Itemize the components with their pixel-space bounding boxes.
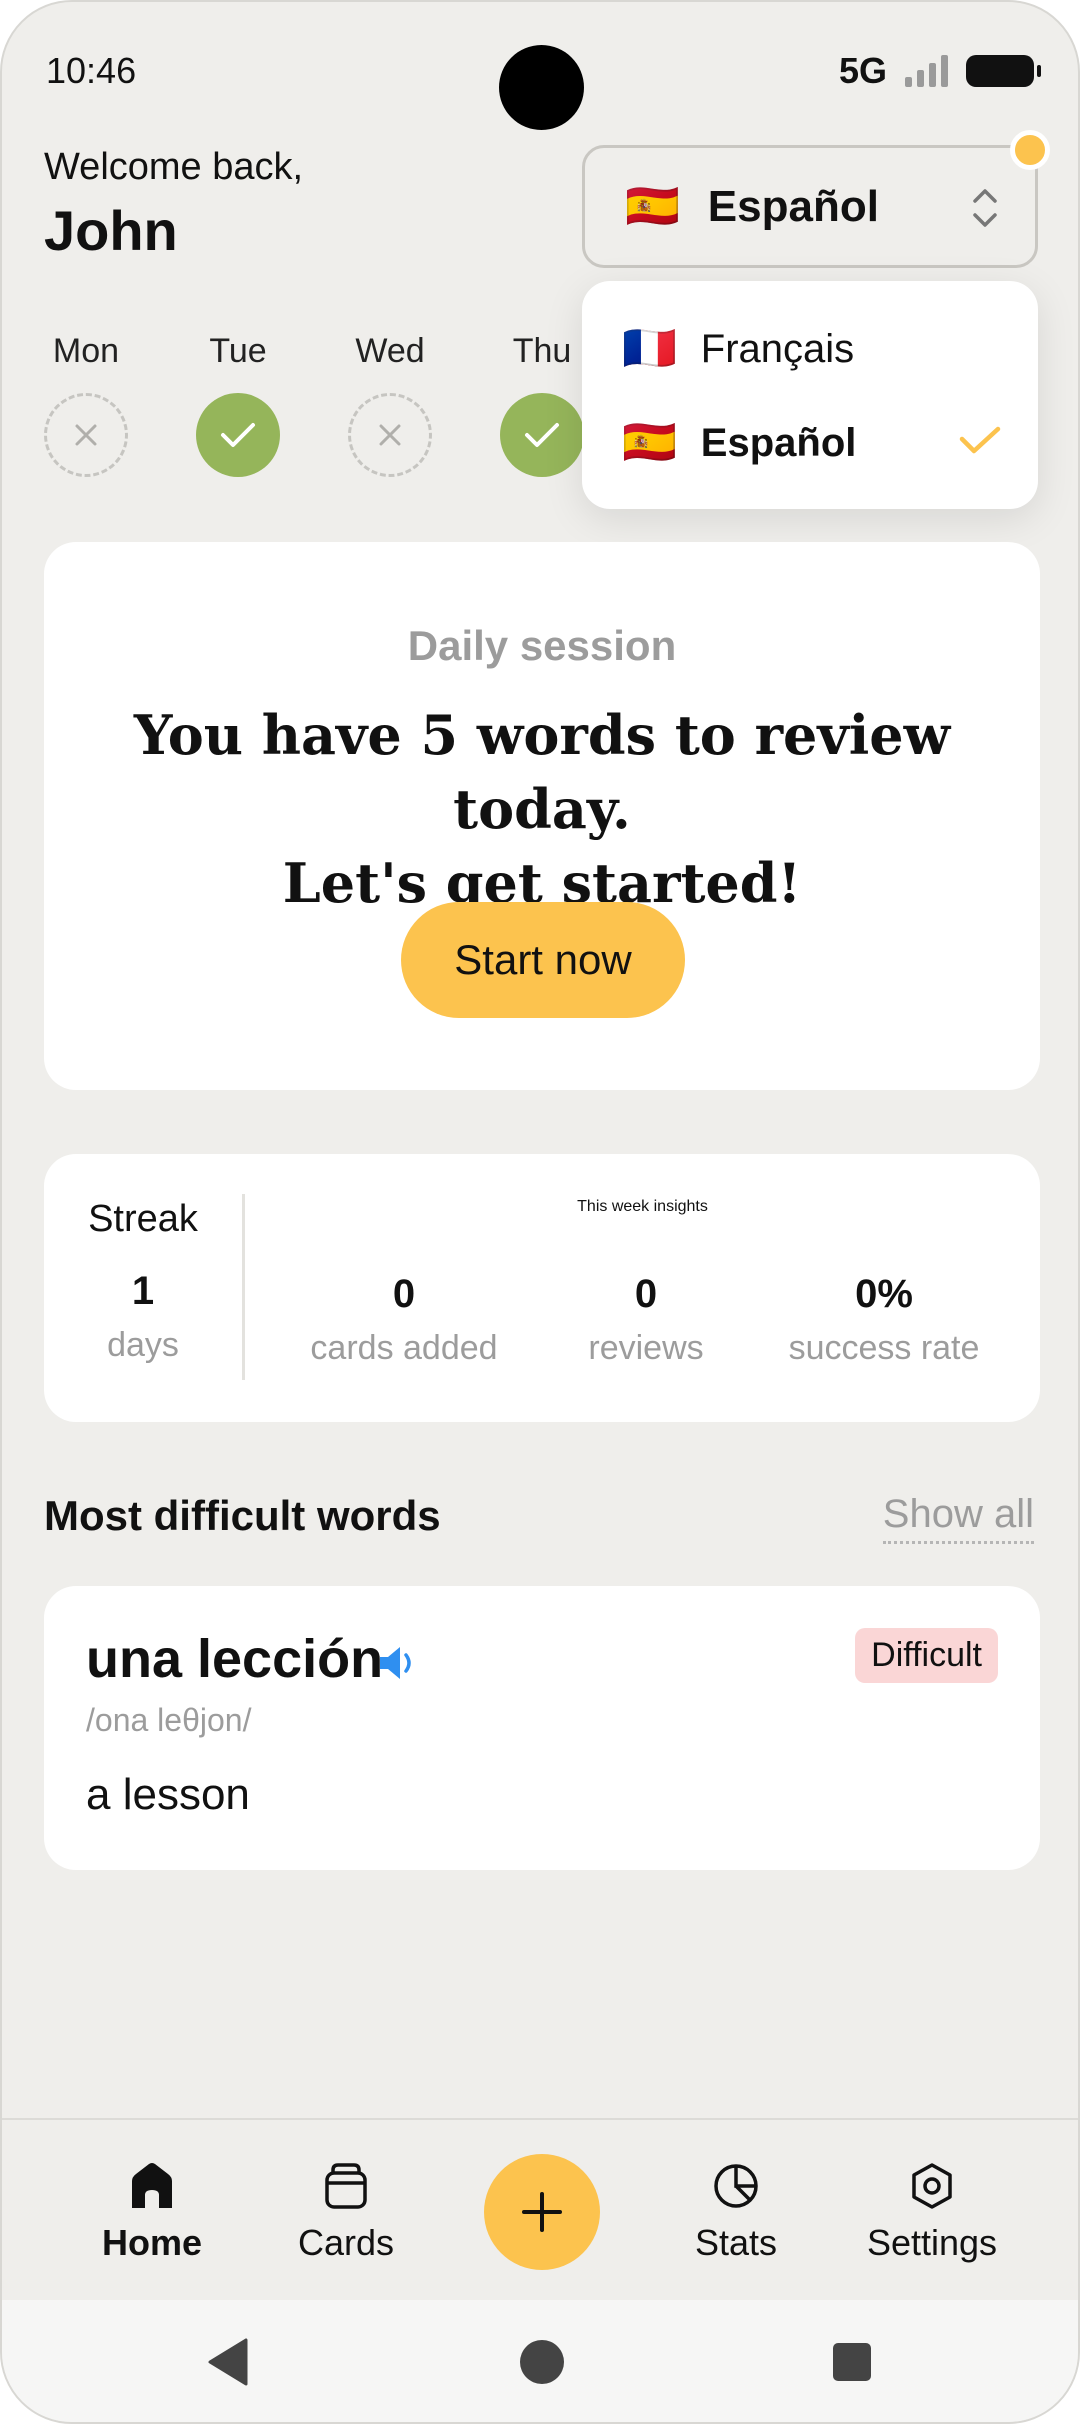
language-select-label: Español (707, 181, 879, 231)
check-icon (525, 423, 559, 447)
nav-cards[interactable]: Cards (266, 2158, 426, 2264)
success-rate-value: 0% (855, 1272, 913, 1316)
nav-stats-label: Stats (694, 2222, 778, 2263)
language-option-spanish[interactable]: 🇪🇸 Español (622, 413, 1002, 473)
streak-value: 1 (131, 1269, 155, 1313)
word-translation: a lesson (86, 1770, 250, 1819)
stats-divider (242, 1194, 245, 1380)
home-circle-icon[interactable] (518, 2336, 566, 2388)
home-icon (72, 2158, 232, 2214)
x-icon (75, 424, 97, 446)
chevron-updown-icon (973, 189, 997, 227)
status-time: 10:46 (46, 50, 137, 91)
day-thu: Thu (500, 332, 584, 477)
camera-cutout (499, 45, 584, 130)
signal-icon (905, 55, 948, 87)
word-phonetic: /ona leθjon/ (86, 1702, 252, 1738)
difficulty-badge: Difficult (855, 1628, 998, 1683)
battery-icon (966, 55, 1041, 87)
user-name: John (44, 199, 178, 262)
stats-card: Streak 1 days This week insights 0 cards… (44, 1154, 1040, 1422)
bottom-nav: Home Cards Stats Settings (2, 2118, 1078, 2298)
checkmark-icon (959, 426, 1001, 454)
nav-settings-label: Settings (866, 2222, 998, 2263)
daily-session-heading: You have 5 words to review today. Let's … (44, 698, 1040, 920)
day-done-indicator (500, 393, 584, 477)
phone-screen: 10:46 5G Welcome back, John 🇪🇸 Español M… (0, 0, 1080, 2424)
cards-added-value: 0 (392, 1272, 416, 1316)
cards-added-label: cards added (310, 1329, 498, 1367)
language-option-label: Français (700, 326, 855, 371)
cards-icon (266, 2158, 426, 2214)
system-nav-bar (2, 2300, 1078, 2422)
streak-unit: days (107, 1326, 179, 1364)
day-label: Wed (355, 332, 425, 370)
network-type: 5G (838, 50, 887, 91)
day-wed: Wed (348, 332, 432, 477)
streak-stat: Streak 1 days (44, 1198, 242, 1365)
day-mon: Mon (44, 332, 128, 477)
back-icon[interactable] (206, 2336, 250, 2388)
day-label: Tue (209, 332, 267, 370)
daily-session-line1: You have 5 words to review today. (133, 703, 951, 841)
plus-icon (522, 2192, 562, 2232)
daily-session-card: Daily session You have 5 words to review… (44, 542, 1040, 1090)
streak-title: Streak (88, 1198, 198, 1240)
start-now-button[interactable]: Start now (401, 902, 685, 1018)
status-icons: 5G (838, 50, 1041, 92)
language-dropdown-menu: 🇫🇷 Français 🇪🇸 Español (582, 281, 1038, 509)
daily-session-subtitle: Daily session (407, 622, 677, 669)
show-all-link[interactable]: Show all (882, 1492, 1034, 1544)
day-missed-indicator (44, 393, 128, 477)
france-flag-icon: 🇫🇷 (622, 324, 677, 373)
add-button[interactable] (484, 2154, 600, 2270)
day-label: Thu (512, 332, 572, 370)
gear-icon (852, 2158, 1012, 2214)
nav-settings[interactable]: Settings (852, 2158, 1012, 2264)
day-label: Mon (52, 332, 120, 370)
success-rate-label: success rate (788, 1329, 980, 1367)
nav-home[interactable]: Home (72, 2158, 232, 2264)
pie-chart-icon (656, 2158, 816, 2214)
success-rate-stat: 0% success rate (759, 1272, 1009, 1368)
nav-stats[interactable]: Stats (656, 2158, 816, 2264)
word-text: una lección (86, 1629, 384, 1689)
spain-flag-icon: 🇪🇸 (625, 181, 680, 231)
reviews-label: reviews (588, 1329, 704, 1367)
reviews-stat: 0 reviews (566, 1272, 726, 1368)
language-option-label: Español (700, 420, 857, 465)
day-done-indicator (196, 393, 280, 477)
recents-icon[interactable] (830, 2336, 874, 2388)
check-icon (221, 423, 255, 447)
reviews-value: 0 (634, 1272, 658, 1316)
insights-title: This week insights (577, 1198, 708, 1215)
day-missed-indicator (348, 393, 432, 477)
x-icon (379, 424, 401, 446)
language-option-french[interactable]: 🇫🇷 Français (622, 319, 1002, 379)
spain-flag-icon: 🇪🇸 (622, 418, 677, 467)
day-tue: Tue (196, 332, 280, 477)
speaker-icon[interactable] (376, 1644, 418, 1682)
cards-added-stat: 0 cards added (294, 1272, 514, 1368)
difficult-words-title: Most difficult words (44, 1492, 441, 1539)
nav-home-label: Home (101, 2222, 203, 2263)
word-card[interactable]: una lección Difficult /ona leθjon/ a les… (44, 1586, 1040, 1870)
welcome-text: Welcome back, (44, 146, 304, 188)
notification-dot (1010, 130, 1050, 170)
language-select[interactable]: 🇪🇸 Español (582, 145, 1038, 268)
nav-cards-label: Cards (297, 2222, 395, 2263)
